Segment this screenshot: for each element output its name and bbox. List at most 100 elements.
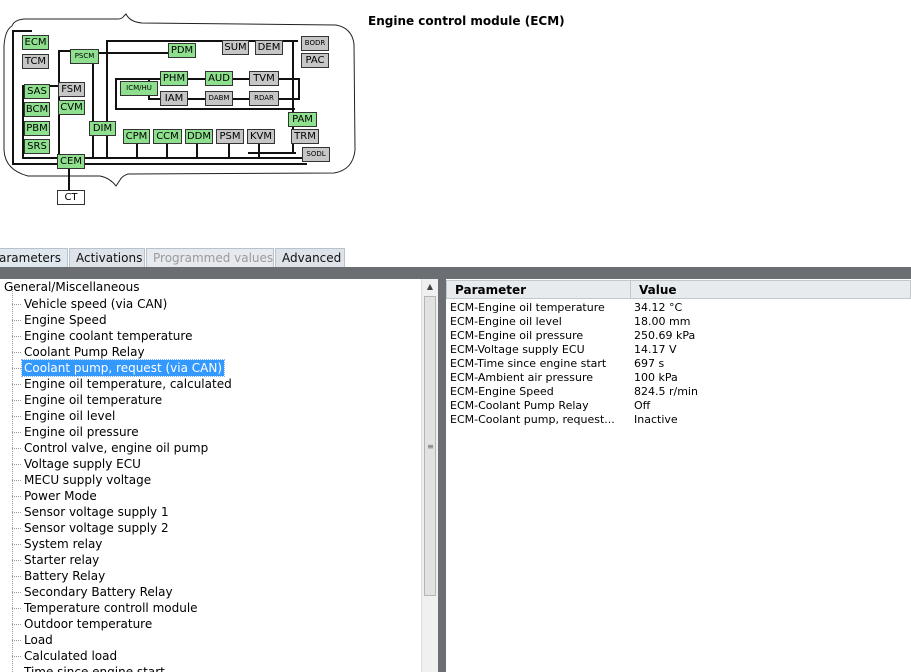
tree-item[interactable]: System relay [22, 536, 104, 552]
module-tcm[interactable]: TCM [22, 54, 49, 69]
tree-item[interactable]: Power Mode [22, 488, 99, 504]
module-sodl[interactable]: SODL [302, 147, 330, 162]
column-header-value[interactable]: Value [630, 280, 911, 299]
module-rdar[interactable]: RDAR [249, 91, 279, 106]
tree-connector-dot [12, 336, 21, 338]
module-fsm[interactable]: FSM [58, 82, 85, 97]
module-ct[interactable]: CT [57, 190, 85, 205]
module-sum[interactable]: SUM [222, 40, 249, 55]
tree-connector-dot [12, 496, 21, 498]
tree-item[interactable]: Sensor voltage supply 1 [22, 504, 171, 520]
cell-value: 824.5 r/min [634, 385, 698, 398]
scroll-thumb[interactable]: ≡ [424, 296, 436, 596]
tree-item[interactable]: Control valve, engine oil pump [22, 440, 210, 456]
module-psm[interactable]: PSM [216, 129, 244, 144]
panel-divider-bar [0, 267, 911, 279]
tree-item[interactable]: Sensor voltage supply 2 [22, 520, 171, 536]
module-pdm[interactable]: PDM [168, 43, 196, 58]
cell-parameter: ECM-Engine Speed [450, 385, 554, 398]
tree-connector-dot [12, 512, 21, 514]
tree-item[interactable]: Coolant pump, request (via CAN) [21, 359, 225, 377]
tree-item[interactable]: Engine oil temperature, calculated [22, 376, 234, 392]
module-cem[interactable]: CEM [57, 154, 85, 169]
module-ccm[interactable]: CCM [153, 129, 182, 144]
tree-item[interactable]: Vehicle speed (via CAN) [22, 296, 169, 312]
tree-item[interactable]: Secondary Battery Relay [22, 584, 175, 600]
pane-splitter[interactable] [438, 279, 446, 672]
table-row[interactable]: ECM-Engine oil pressure 250.69 kPa [446, 329, 911, 343]
module-bcm[interactable]: BCM [24, 102, 50, 117]
module-bodr[interactable]: BODR [301, 36, 329, 51]
tree-scrollbar[interactable]: ▲ ≡ [421, 279, 438, 672]
module-dabm[interactable]: DABM [205, 91, 233, 106]
cell-value: Inactive [634, 413, 678, 426]
tree-connector-dot [12, 656, 21, 658]
tree-item[interactable]: Engine coolant temperature [22, 328, 194, 344]
tree-item[interactable]: Coolant Pump Relay [22, 344, 147, 360]
module-dem[interactable]: DEM [255, 40, 283, 55]
tree-connector-dot [12, 544, 21, 546]
tree-connector-dot [12, 400, 21, 402]
table-row[interactable]: ECM-Engine oil temperature 34.12 °C [446, 301, 911, 315]
cell-value: 250.69 kPa [634, 329, 696, 342]
module-pbm[interactable]: PBM [24, 121, 50, 136]
tree-item[interactable]: Engine Speed [22, 312, 109, 328]
tree-connector-dot [12, 384, 21, 386]
module-cpm[interactable]: CPM [123, 129, 150, 144]
module-kvm[interactable]: KVM [247, 129, 275, 144]
table-row[interactable]: ECM-Voltage supply ECU 14.17 V [446, 343, 911, 357]
cell-parameter: ECM-Engine oil level [450, 315, 562, 328]
module-pscm[interactable]: PSCM [70, 49, 99, 64]
table-row[interactable]: ECM-Engine oil level 18.00 mm [446, 315, 911, 329]
module-sas[interactable]: SAS [24, 84, 50, 99]
tree-item[interactable]: Engine oil level [22, 408, 117, 424]
tree-item[interactable]: Starter relay [22, 552, 101, 568]
tree-item[interactable]: MECU supply voltage [22, 472, 153, 488]
table-row[interactable]: ECM-Coolant pump, request... Inactive [446, 413, 911, 427]
tree-item[interactable]: Engine oil temperature [22, 392, 164, 408]
module-ecm[interactable]: ECM [22, 35, 49, 50]
tab-advanced[interactable]: Advanced [275, 248, 345, 268]
table-row[interactable]: ECM-Ambient air pressure 100 kPa [446, 371, 911, 385]
module-phm[interactable]: PHM [160, 71, 188, 86]
tree-item[interactable]: Engine oil pressure [22, 424, 141, 440]
tree-connector-dot [12, 480, 21, 482]
module-pam[interactable]: PAM [288, 112, 317, 127]
tab-parameters[interactable]: arameters [0, 248, 68, 268]
tree-connector-dot [12, 304, 21, 306]
scroll-up-arrow-icon[interactable]: ▲ [422, 279, 438, 295]
tab-activations[interactable]: Activations [69, 248, 145, 268]
module-ddm[interactable]: DDM [185, 129, 213, 144]
table-row[interactable]: ECM-Coolant Pump Relay Off [446, 399, 911, 413]
column-header-parameter[interactable]: Parameter [446, 280, 631, 299]
tree-item[interactable]: Battery Relay [22, 568, 107, 584]
cell-parameter: ECM-Engine oil temperature [450, 301, 605, 314]
tab-programmed-values[interactable]: Programmed values [146, 248, 274, 268]
cell-value: 14.17 V [634, 343, 677, 356]
tree-item[interactable]: Temperature controll module [22, 600, 200, 616]
table-row[interactable]: ECM-Time since engine start 697 s [446, 357, 911, 371]
module-cvm[interactable]: CVM [58, 100, 85, 115]
tree-item[interactable]: Outdoor temperature [22, 616, 154, 632]
scroll-grip-icon: ≡ [427, 442, 434, 451]
tab-bar: arameters Activations Programmed values … [0, 246, 911, 268]
tree-item[interactable]: Time since engine start [22, 664, 167, 672]
tree-root-general-misc[interactable]: General/Miscellaneous [4, 280, 139, 294]
module-srs[interactable]: SRS [24, 139, 50, 154]
module-icm-hu[interactable]: ICM/HU [120, 81, 158, 96]
cell-value: 34.12 °C [634, 301, 683, 314]
cell-parameter: ECM-Ambient air pressure [450, 371, 594, 384]
module-pac[interactable]: PAC [301, 53, 329, 68]
module-aud[interactable]: AUD [205, 71, 233, 86]
tree-item[interactable]: Calculated load [22, 648, 119, 664]
module-trm[interactable]: TRM [291, 129, 319, 144]
table-row[interactable]: ECM-Engine Speed 824.5 r/min [446, 385, 911, 399]
tree-connector-dot [12, 624, 21, 626]
parameter-tree: General/Miscellaneous Vehicle speed (via… [0, 279, 421, 672]
module-tvm[interactable]: TVM [249, 71, 279, 86]
module-iam[interactable]: IAM [160, 91, 188, 106]
tree-item[interactable]: Voltage supply ECU [22, 456, 143, 472]
tree-connector-dot [12, 608, 21, 610]
tree-item[interactable]: Load [22, 632, 55, 648]
module-dim[interactable]: DIM [89, 121, 116, 136]
